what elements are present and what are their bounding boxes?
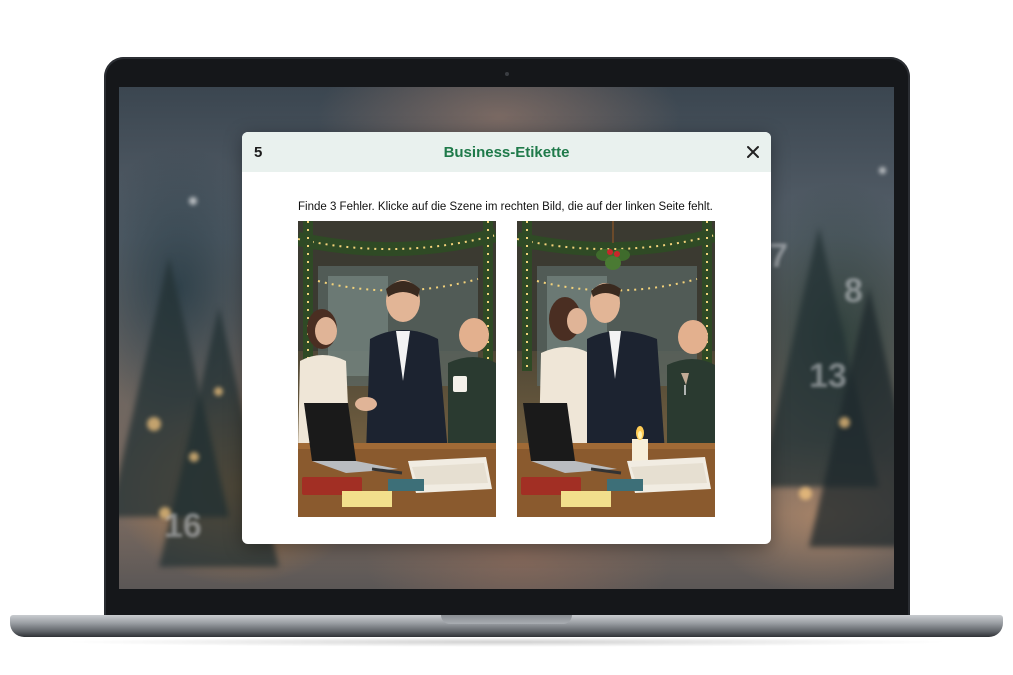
modal-header: 5 Business-Etikette — [242, 132, 771, 172]
game-modal: 5 Business-Etikette Finde 3 Fehler. Klic… — [242, 132, 771, 544]
laptop-base-notch — [441, 615, 572, 624]
laptop-shadow — [60, 637, 953, 647]
close-icon — [747, 146, 759, 158]
stage: 7 8 13 16 5 Business-Etikette Finde 3 Fe… — [0, 0, 1013, 675]
light-glow — [147, 417, 161, 431]
camera-icon — [505, 72, 509, 76]
background-number: 13 — [809, 357, 847, 395]
light-glow — [879, 167, 886, 174]
office-party-scene-icon — [298, 221, 496, 517]
office-party-scene-icon — [517, 221, 715, 517]
modal-title: Business-Etikette — [443, 144, 570, 161]
light-glow — [189, 197, 197, 205]
light-glow — [839, 417, 850, 428]
light-glow — [799, 487, 812, 500]
close-button[interactable] — [743, 142, 763, 162]
scene-left-image — [298, 221, 496, 517]
background-number: 16 — [164, 507, 202, 545]
tree-icon — [809, 287, 894, 547]
background-number: 7 — [769, 237, 788, 275]
instruction-text: Finde 3 Fehler. Klicke auf die Szene im … — [298, 201, 713, 213]
background-number: 8 — [844, 272, 863, 310]
scene-right-image[interactable] — [517, 221, 715, 517]
light-glow — [189, 452, 199, 462]
light-glow — [214, 387, 223, 396]
